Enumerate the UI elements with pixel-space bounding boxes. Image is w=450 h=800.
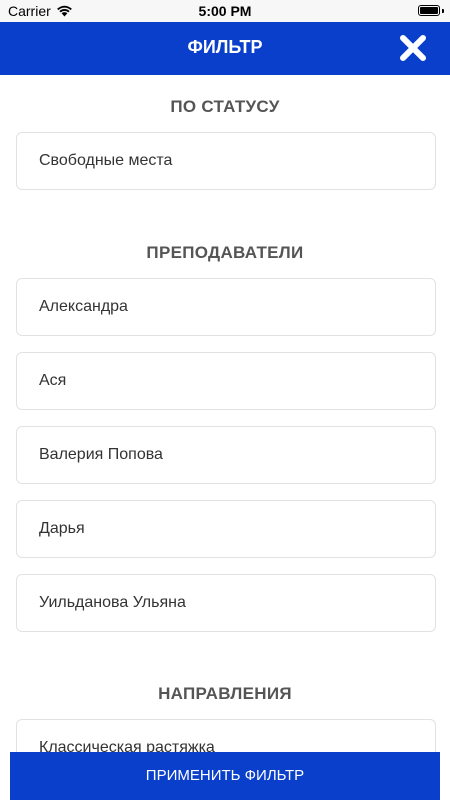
section-title-teachers: ПРЕПОДАВАТЕЛИ xyxy=(146,243,304,262)
close-icon xyxy=(400,35,426,61)
apply-filter-button[interactable]: ПРИМЕНИТЬ ФИЛЬТР xyxy=(10,752,440,800)
option-teacher-3[interactable]: Валерия Попова xyxy=(16,426,436,484)
option-free-places[interactable]: Свободные места xyxy=(16,132,436,190)
option-teacher-4[interactable]: Дарья xyxy=(16,500,436,558)
close-button[interactable] xyxy=(398,33,428,63)
option-teacher-5[interactable]: Уильданова Ульяна xyxy=(16,574,436,632)
header-bar: ФИЛЬТР xyxy=(0,22,450,75)
battery-icon xyxy=(418,5,440,16)
section-title-directions: НАПРАВЛЕНИЯ xyxy=(158,684,292,703)
battery-tip xyxy=(442,9,444,13)
option-teacher-1[interactable]: Александра xyxy=(16,278,436,336)
page-title: ФИЛЬТР xyxy=(187,37,263,57)
battery-level xyxy=(420,7,438,14)
status-time: 5:00 PM xyxy=(198,3,252,19)
status-bar: Carrier 5:00 PM xyxy=(0,0,450,22)
option-teacher-2[interactable]: Ася xyxy=(16,352,436,410)
section-title-status: ПО СТАТУСУ xyxy=(170,97,280,116)
apply-bar: ПРИМЕНИТЬ ФИЛЬТР xyxy=(0,752,450,800)
